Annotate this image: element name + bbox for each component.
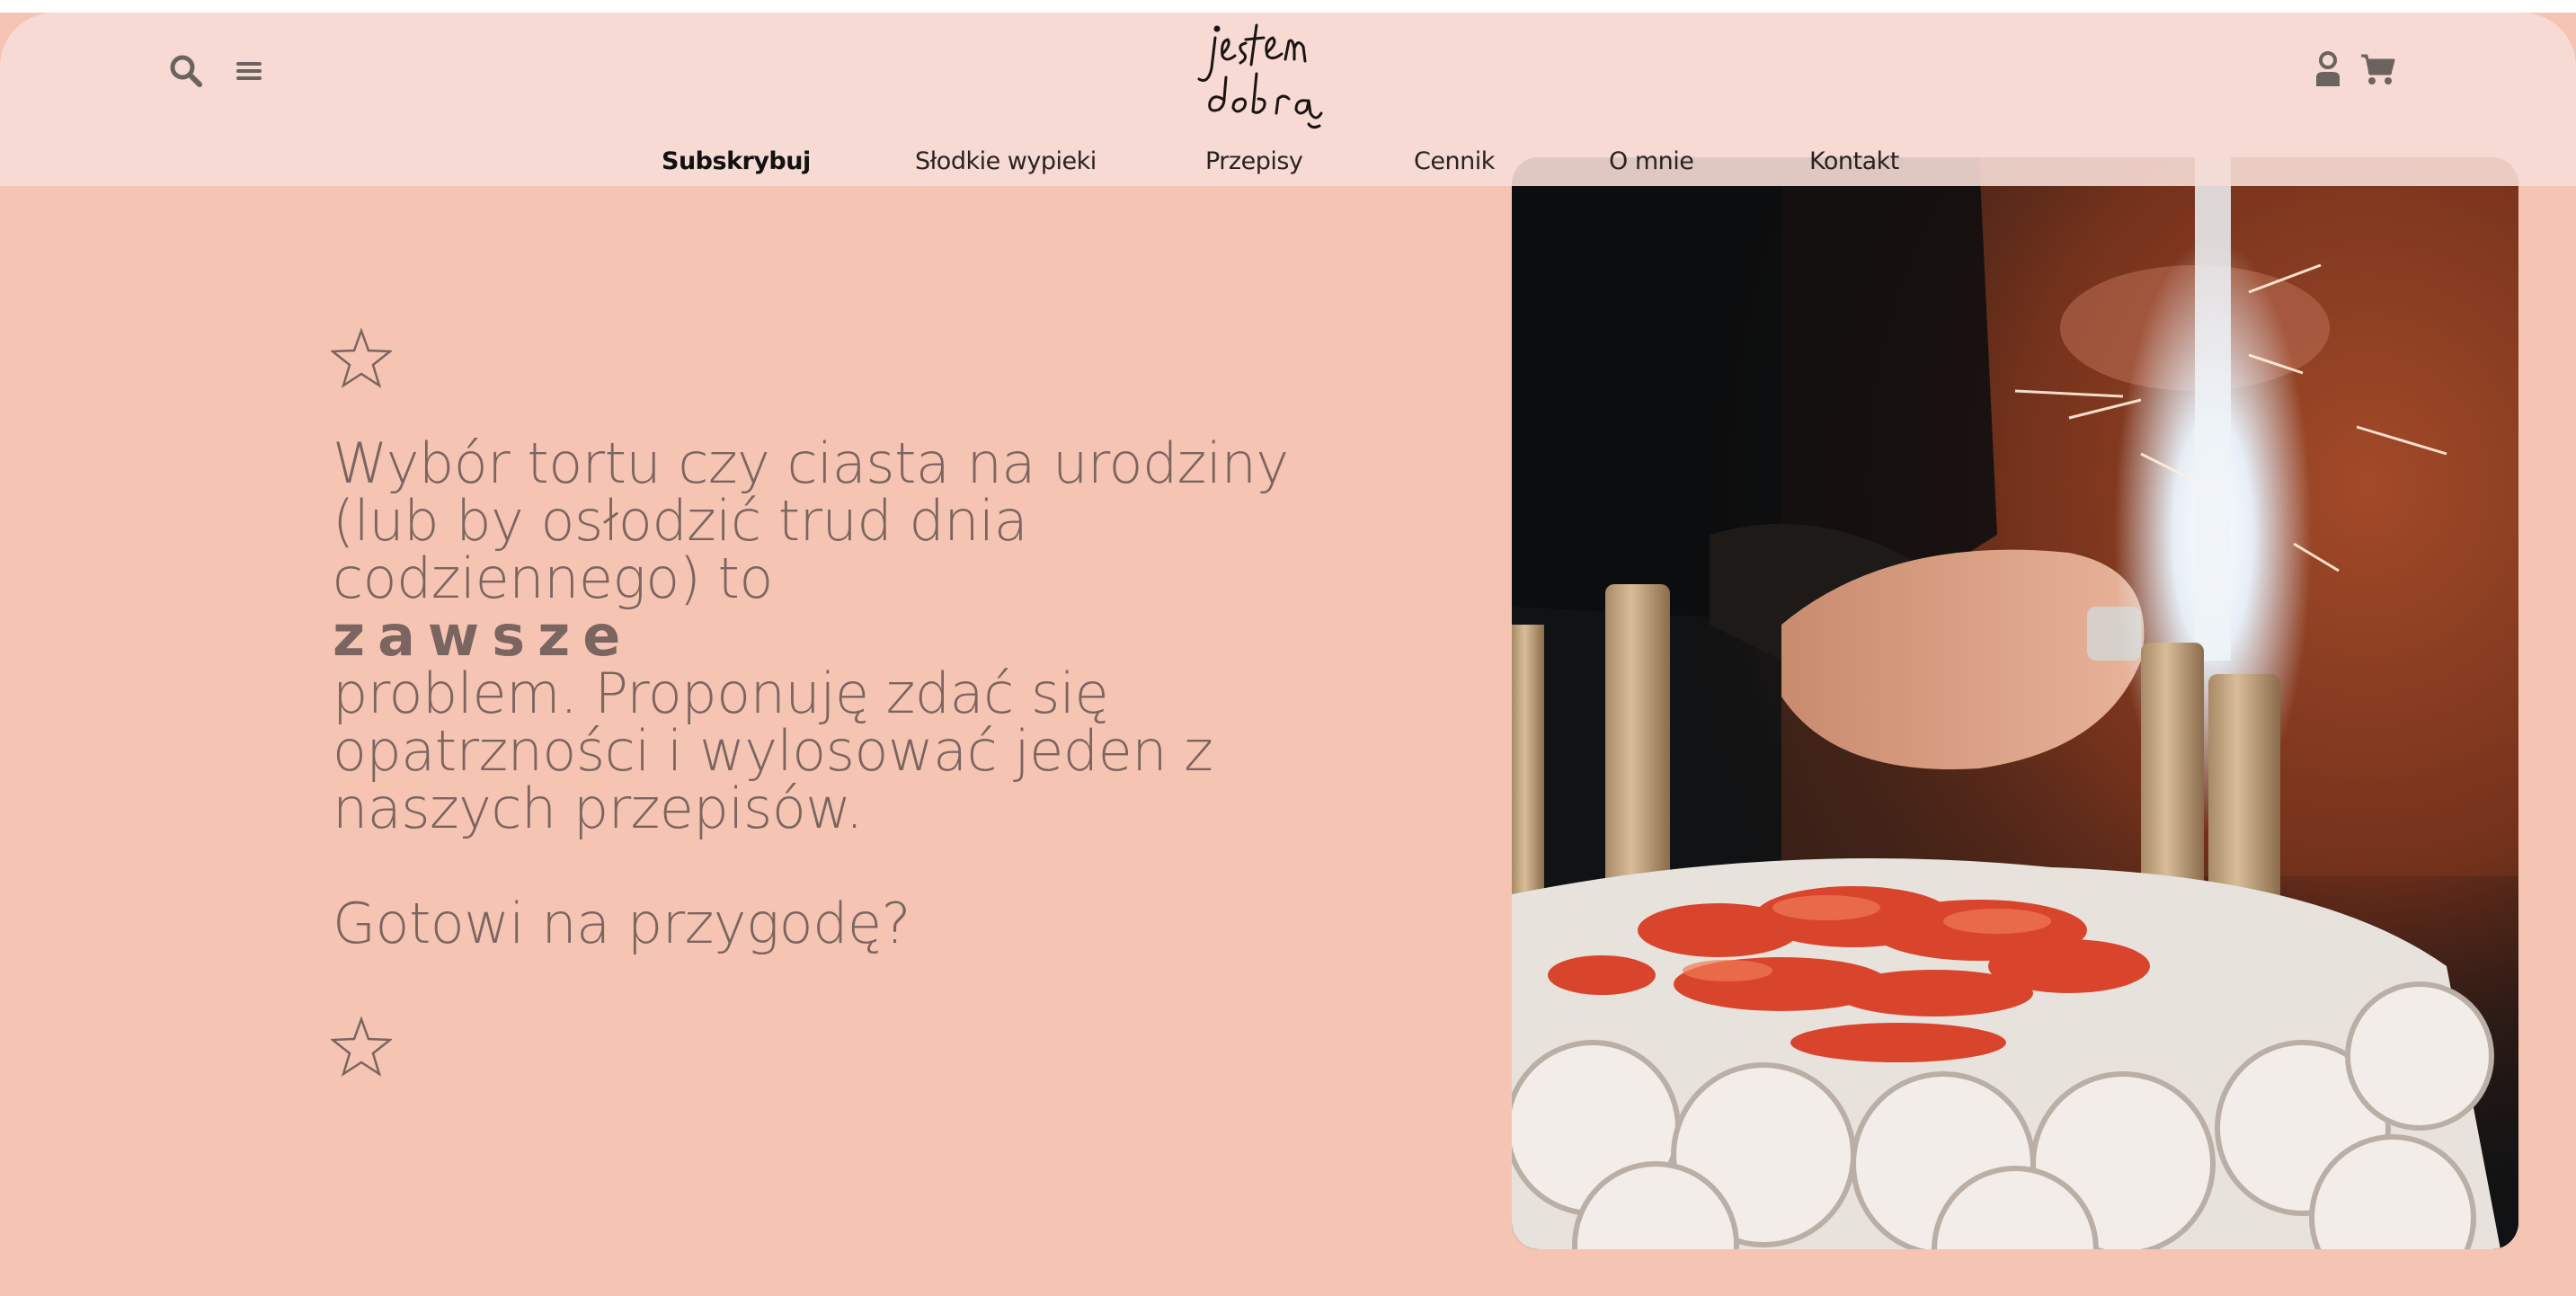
top-strip — [0, 0, 2576, 13]
cart-icon — [2361, 54, 2395, 84]
hero-emphasis: zawsze — [333, 603, 634, 669]
menu-button[interactable] — [228, 50, 270, 92]
hero-line: opatrzności i wylosować jeden z — [333, 718, 1213, 784]
hero-line: naszych przepisów. — [333, 776, 864, 841]
main-nav: Subskrybuj Słodkie wypieki Przepisy Cenn… — [0, 147, 2576, 192]
nav-item-cennik[interactable]: Cennik — [1414, 147, 1495, 175]
logo-script-jestem-dobra — [1197, 23, 1323, 129]
nav-item-slodkie-wypieki[interactable]: Słodkie wypieki — [915, 147, 1097, 175]
cake-photo — [1512, 157, 2518, 1249]
hero-image-birthday-cake — [1512, 157, 2518, 1249]
user-icon — [2316, 51, 2340, 86]
nav-item-kontakt[interactable]: Kontakt — [1809, 147, 1899, 175]
hero-line: Wybór tortu czy ciasta na urodziny — [333, 431, 1289, 496]
hero-line: problem. Proponuję zdać się — [333, 661, 1109, 726]
cart-button[interactable] — [2357, 49, 2398, 90]
site-logo[interactable] — [1195, 13, 1357, 138]
star-outline-icon — [329, 327, 394, 388]
search-icon — [170, 55, 202, 87]
page: Subskrybuj Słodkie wypieki Przepisy Cenn… — [0, 0, 2576, 1296]
nav-item-przepisy[interactable]: Przepisy — [1205, 147, 1303, 175]
hero-text: Wybór tortu czy ciasta na urodziny (lub … — [333, 435, 1375, 953]
hero-line: codziennego) to — [333, 546, 773, 611]
hero-line: (lub by osłodzić trud dnia — [333, 488, 1028, 554]
site-header: Subskrybuj Słodkie wypieki Przepisy Cenn… — [0, 13, 2576, 186]
account-button[interactable] — [2310, 47, 2346, 92]
hamburger-menu-icon — [236, 62, 262, 80]
hero-closing: Gotowi na przygodę? — [333, 891, 910, 956]
nav-item-o-mnie[interactable]: O mnie — [1609, 147, 1694, 175]
star-outline-icon — [329, 1016, 394, 1077]
nav-item-subskrybuj[interactable]: Subskrybuj — [662, 147, 811, 175]
search-button[interactable] — [165, 50, 207, 92]
